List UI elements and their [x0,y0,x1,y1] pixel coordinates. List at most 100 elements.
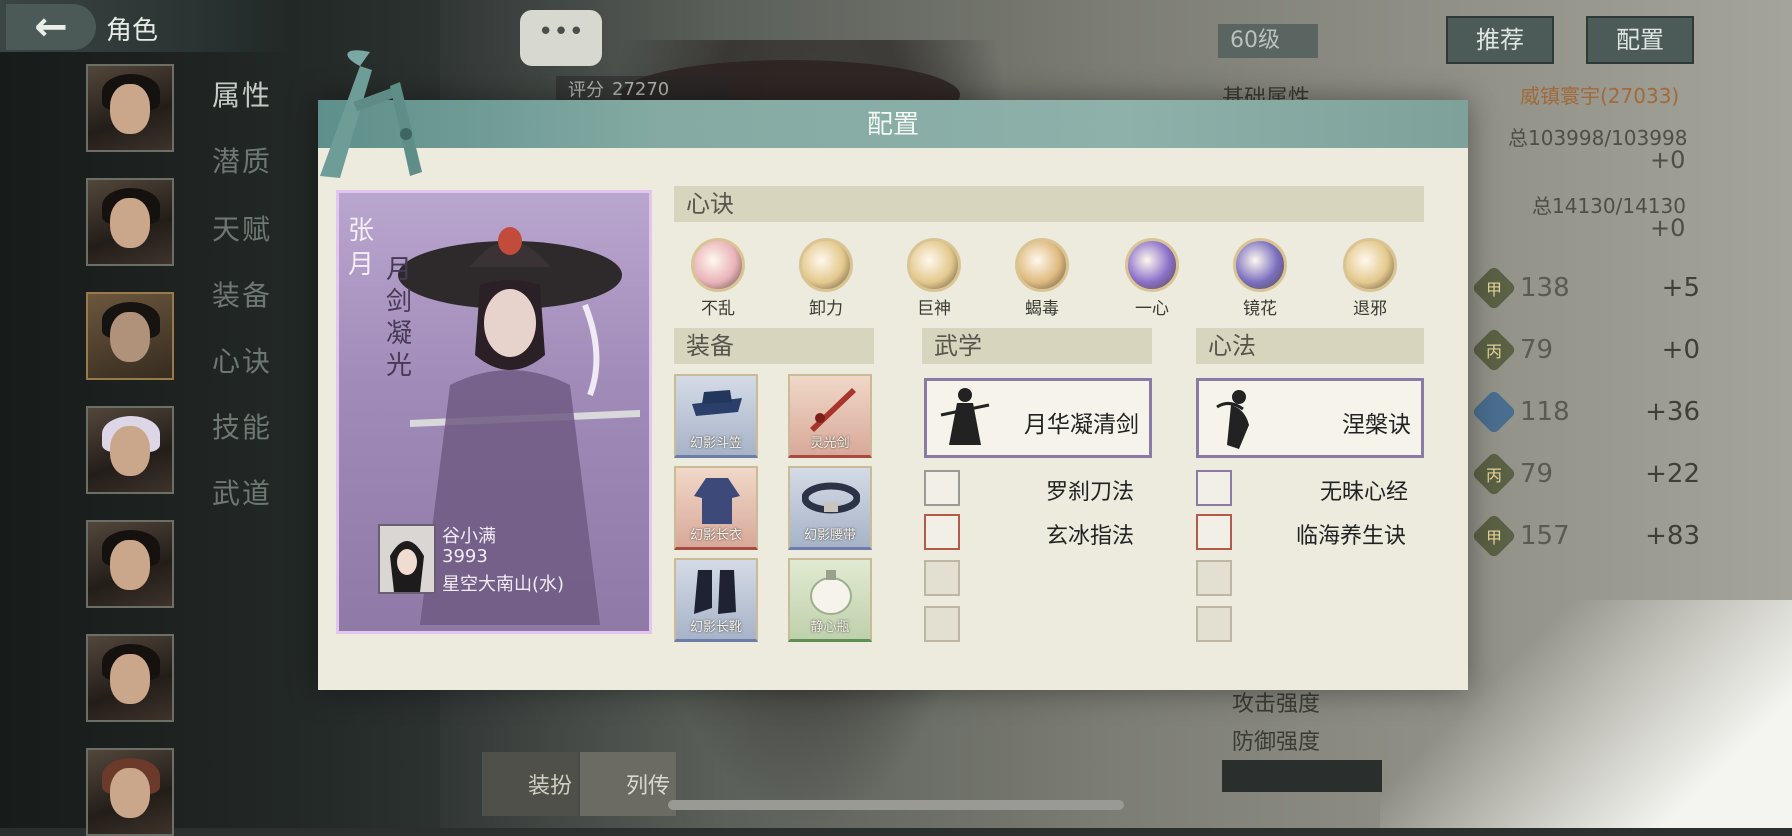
wuxue-empty-slot[interactable] [924,560,960,596]
sword-ornament-icon [320,50,422,178]
xinfa-sub-slot[interactable] [1196,514,1232,550]
grade-badge-icon [1471,389,1517,435]
boots-icon [694,570,736,614]
xinjue-tuixie-icon [1343,238,1397,292]
character-portrait-selected[interactable] [86,292,174,380]
character-portrait[interactable] [86,634,174,722]
recommend-button[interactable]: 推荐 [1446,16,1554,64]
martial-figure-icon [940,388,990,445]
equip-slot-weapon[interactable]: 灵光剑 [788,374,872,458]
xinjue-jinghua-icon [1233,238,1287,292]
xinjue-label: 巨神 [917,299,951,319]
portrait-face [110,84,150,134]
stat-bonus: +36 [1645,397,1700,427]
score-value: 27270 [612,78,670,100]
wuxue-main-name: 月华凝清剑 [1024,412,1139,438]
stat-bonus: +83 [1645,521,1700,551]
mp-bonus: +0 [1650,214,1686,242]
robe-icon [694,478,740,524]
defense-strength-label: 防御强度 [1232,730,1321,755]
xinfa-empty-slot[interactable] [1196,560,1232,596]
score-label: 评分 [568,80,604,101]
xinjue-buluan-icon [691,238,745,292]
xinjue-xiedu-icon [1015,238,1069,292]
dancer-figure-icon [1216,390,1249,449]
xinjue-jushen-icon [907,238,961,292]
owner-name: 谷小满 [442,526,496,547]
xinjue-label: 蝎毒 [1025,299,1059,319]
xinfa-sub-slot[interactable] [1196,470,1232,506]
character-portrait[interactable] [86,520,174,608]
sidebar-item-attributes[interactable]: 属性 [212,74,272,114]
xinjue-slot[interactable]: 蝎毒 [1012,238,1072,319]
expand-bar[interactable] [1222,760,1382,792]
sidebar-item-skills[interactable]: 技能 [212,406,272,446]
stat-value: 118 [1520,397,1570,427]
sidebar-item-wudao[interactable]: 武道 [212,472,272,512]
character-portrait[interactable] [86,406,174,494]
modal-title: 配置 [866,110,919,140]
equip-slot-hat[interactable]: 幻影斗笠 [674,374,758,458]
biography-button[interactable]: 列传 [580,752,676,816]
xinjue-slot[interactable]: 一心 [1122,238,1182,319]
wuxue-main-slot[interactable]: 月华凝清剑 [924,378,1152,458]
card-character-name: 张月 [348,216,375,280]
hat-icon [692,390,742,416]
owner-avatar [378,524,436,594]
wuxue-header: 武学 [922,328,1152,364]
wuxue-empty-slot[interactable] [924,606,960,642]
config-button[interactable]: 配置 [1586,16,1694,64]
stat-value: 79 [1520,335,1554,365]
xinjue-xieli-icon [799,238,853,292]
wuxue-sub-slot[interactable] [924,470,960,506]
xinfa-main-name: 涅槃诀 [1342,412,1411,438]
stat-row: 118 +36 [1471,389,1778,435]
grade-badge-icon: 甲 [1471,513,1517,559]
dress-up-button[interactable]: 装扮 [482,752,578,816]
xinjue-header: 心诀 [674,186,1424,222]
xinfa-sub-name: 临海养生诀 [1296,524,1407,549]
xinjue-yixin-icon [1125,238,1179,292]
equipment-header: 装备 [674,328,874,364]
wuxue-sub-name: 罗刹刀法 [1046,480,1135,505]
back-button[interactable]: ← [6,4,96,50]
xinjue-label: 镜花 [1243,299,1277,319]
sidebar-item-xinjue[interactable]: 心诀 [212,340,272,380]
xinjue-label: 一心 [1135,299,1169,319]
xinjue-label: 不乱 [701,299,735,319]
xinjue-slot[interactable]: 镜花 [1230,238,1290,319]
stat-value: 79 [1520,459,1554,489]
character-portrait[interactable] [86,178,174,266]
xinjue-slot[interactable]: 不乱 [688,238,748,319]
wuxue-sub-slot[interactable] [924,514,960,550]
sidebar-item-potential[interactable]: 潜质 [212,140,272,180]
grade-badge-icon: 丙 [1471,451,1517,497]
sidebar-item-equipment[interactable]: 装备 [212,274,272,314]
card-character-title: 月剑凝光 [386,255,413,381]
owner-id: 3993 [442,546,488,567]
home-indicator [668,800,1124,810]
title-label: 威镇寰宇(27033) [1520,84,1680,108]
xinjue-slot[interactable]: 巨神 [904,238,964,319]
equip-slot-belt[interactable]: 幻影腰带 [788,466,872,550]
xinfa-empty-slot[interactable] [1196,606,1232,642]
equip-slot-boots[interactable]: 幻影长靴 [674,558,758,642]
xinjue-label: 退邪 [1353,299,1387,319]
stat-value: 138 [1520,273,1570,303]
character-portrait[interactable] [86,64,174,152]
portrait-face [110,198,150,248]
equip-slot-accessory[interactable]: 静心瓶 [788,558,872,642]
character-portrait[interactable] [86,748,174,836]
stat-row: 丙 79 +0 [1471,327,1778,373]
stat-bonus: +5 [1661,273,1700,303]
xinfa-main-slot[interactable]: 涅槃诀 [1196,378,1424,458]
chat-bubble-icon[interactable]: ••• [520,10,602,66]
xinjue-slot[interactable]: 卸力 [796,238,856,319]
page-title: 角色 [106,16,159,46]
xinjue-slot[interactable]: 退邪 [1340,238,1400,319]
owner-server: 星空大南山(水) [442,574,565,595]
attack-strength-label: 攻击强度 [1232,692,1321,717]
sidebar-item-talent[interactable]: 天赋 [212,208,272,248]
equip-slot-robe[interactable]: 幻影长衣 [674,466,758,550]
stat-bonus: +22 [1645,459,1700,489]
